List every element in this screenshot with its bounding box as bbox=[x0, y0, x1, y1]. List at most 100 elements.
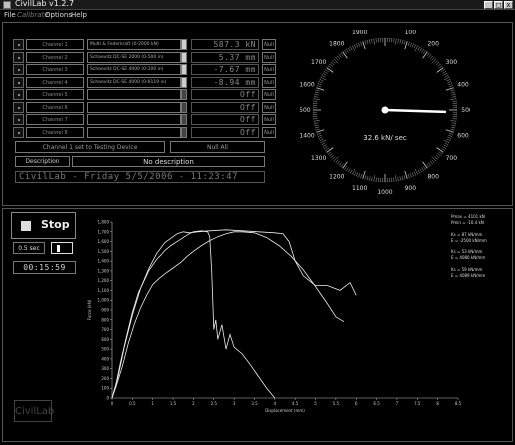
channel-enable-toggle[interactable] bbox=[13, 101, 24, 113]
channel-sensor-dropdown[interactable] bbox=[181, 101, 187, 113]
gauge-minor-tick bbox=[352, 168, 356, 175]
gauge-minor-tick bbox=[423, 50, 426, 54]
menu-help[interactable]: Help bbox=[71, 11, 87, 19]
channel-null-button[interactable]: Null bbox=[262, 64, 276, 75]
maximize-button[interactable]: □ bbox=[494, 1, 503, 9]
channel-sensor-dropdown[interactable] bbox=[181, 39, 187, 50]
title-bar: CivilLab v1.2.7 _ □ x bbox=[0, 0, 515, 10]
gauge-minor-tick bbox=[352, 45, 356, 52]
channel-sensor-dropdown[interactable] bbox=[181, 89, 187, 100]
channel-button[interactable]: Channel 7 bbox=[26, 114, 84, 125]
x-tick-label: 7.5 bbox=[414, 401, 421, 406]
gauge-hub bbox=[381, 106, 389, 114]
y-tick-label: 400 bbox=[101, 356, 109, 361]
channel-null-button[interactable]: Null bbox=[262, 39, 276, 50]
gauge-minor-tick bbox=[313, 120, 320, 122]
channel-sensor-dropdown[interactable] bbox=[181, 114, 187, 125]
channel-sensor-dropdown[interactable] bbox=[181, 51, 187, 63]
gauge-minor-tick bbox=[360, 173, 363, 178]
menu-options[interactable]: Options bbox=[45, 11, 72, 19]
gauge-minor-tick bbox=[335, 159, 339, 163]
x-tick-label: 8.5 bbox=[455, 401, 462, 406]
channel-button[interactable]: Channel 5 bbox=[26, 89, 84, 100]
gauge-minor-tick bbox=[450, 89, 455, 92]
channel-button[interactable]: Channel 8 bbox=[26, 126, 84, 138]
channel-button[interactable]: Channel 6 bbox=[26, 101, 84, 113]
channel-null-button[interactable]: Null bbox=[262, 126, 276, 138]
channel-sensor-select[interactable] bbox=[87, 114, 181, 125]
gauge-major-tick bbox=[404, 41, 408, 50]
stop-button[interactable]: Stop bbox=[11, 212, 76, 239]
gauge-tick-label: 1100 bbox=[352, 185, 367, 192]
channel-sensor-select[interactable]: Multi & Federkraft (0-2000 kN) bbox=[87, 39, 181, 50]
annotation-line: Pmin = -10.4 kN bbox=[451, 220, 484, 225]
gauge-minor-tick bbox=[448, 85, 453, 88]
gauge-minor-tick bbox=[318, 81, 323, 84]
gauge-minor-tick bbox=[411, 172, 414, 177]
annotation-line: Pmax = 4101 kN bbox=[451, 214, 485, 219]
channel-sensor-select[interactable]: Schaevitz DC-SE 4000 (0-100 in) bbox=[87, 64, 181, 75]
gauge-minor-tick bbox=[451, 124, 456, 126]
channel-enable-toggle[interactable] bbox=[13, 51, 24, 63]
gauge-minor-tick bbox=[338, 54, 342, 58]
channel-sensor-select[interactable] bbox=[87, 89, 181, 100]
channel-enable-toggle[interactable] bbox=[13, 39, 24, 50]
channel-button[interactable]: Channel 4 bbox=[26, 76, 84, 88]
description-field[interactable]: No description bbox=[72, 156, 265, 167]
y-tick-label: 1,700 bbox=[98, 229, 110, 234]
interval-input[interactable] bbox=[51, 242, 73, 254]
channel-enable-toggle[interactable] bbox=[13, 126, 24, 138]
channel-button[interactable]: Channel 1 bbox=[26, 39, 84, 50]
menu-calibrate[interactable]: Calibrate bbox=[17, 11, 49, 19]
gauge-minor-tick bbox=[375, 38, 377, 43]
y-tick-label: 1,200 bbox=[98, 278, 110, 283]
channel-reading: Off bbox=[191, 114, 259, 125]
gauge-minor-tick bbox=[371, 39, 373, 44]
channel-null-button[interactable]: Null bbox=[262, 76, 276, 88]
gauge-minor-tick bbox=[317, 134, 322, 137]
gauge-minor-tick bbox=[431, 159, 435, 163]
gauge-minor-tick bbox=[397, 176, 399, 181]
channel-sensor-select[interactable] bbox=[87, 126, 181, 138]
gauge-minor-tick bbox=[421, 49, 424, 53]
gauge-minor-tick bbox=[327, 151, 332, 155]
x-tick-label: 6.5 bbox=[373, 401, 380, 406]
channel-enable-toggle[interactable] bbox=[13, 76, 24, 88]
gauge-minor-tick bbox=[448, 132, 453, 135]
channel-sensor-select[interactable]: Schaevitz DC-SE 4000 (0-6119 in) bbox=[87, 76, 181, 88]
channel-null-button[interactable]: Null bbox=[262, 51, 276, 63]
close-button[interactable]: x bbox=[504, 1, 513, 9]
channel-sensor-dropdown[interactable] bbox=[181, 76, 187, 88]
channel-button[interactable]: Channel 3 bbox=[26, 64, 84, 75]
channel-null-button[interactable]: Null bbox=[262, 101, 276, 113]
gauge-minor-tick bbox=[401, 40, 404, 45]
y-tick-label: 1,500 bbox=[98, 249, 110, 254]
channel-null-button[interactable]: Null bbox=[262, 114, 276, 125]
gauge-minor-tick bbox=[317, 132, 322, 135]
minimize-button[interactable]: _ bbox=[484, 1, 493, 9]
channel-null-button[interactable]: Null bbox=[262, 89, 276, 100]
channel-sensor-dropdown[interactable] bbox=[181, 64, 187, 75]
annotation-line: Ks = 53 kN/mm bbox=[451, 249, 483, 254]
gauge-minor-tick bbox=[324, 71, 328, 74]
channel-enable-toggle[interactable] bbox=[13, 64, 24, 75]
series-line-3 bbox=[111, 229, 357, 399]
channel-enable-toggle[interactable] bbox=[13, 114, 24, 125]
series-line-2 bbox=[111, 231, 345, 399]
gauge-tick-label: 400 bbox=[457, 82, 469, 89]
channel-enable-toggle[interactable] bbox=[13, 89, 24, 100]
gauge-minor-tick bbox=[315, 89, 320, 92]
null-all-button[interactable]: Null All bbox=[170, 141, 265, 153]
channel-button[interactable]: Channel 2 bbox=[26, 51, 84, 63]
menu-file[interactable]: File bbox=[4, 11, 16, 19]
load-rate-gauge: 100 200 300 400 500 600 700 800 900 1000 1100 1200 1… bbox=[300, 30, 470, 196]
channel-sensor-select[interactable] bbox=[87, 101, 181, 113]
testing-device-button[interactable]: Channel 1 set to Testing Device bbox=[15, 141, 165, 153]
channel-reading: -7.67 mm bbox=[191, 64, 259, 75]
x-tick-label: 7 bbox=[396, 401, 399, 406]
channel-sensor-select[interactable]: Schaevitz DC-SE 2000 (0-500 in) bbox=[87, 51, 181, 63]
gauge-major-tick bbox=[445, 129, 454, 133]
gauge-minor-tick bbox=[411, 43, 414, 48]
gauge-major-tick bbox=[362, 170, 366, 179]
channel-sensor-dropdown[interactable] bbox=[181, 126, 187, 138]
